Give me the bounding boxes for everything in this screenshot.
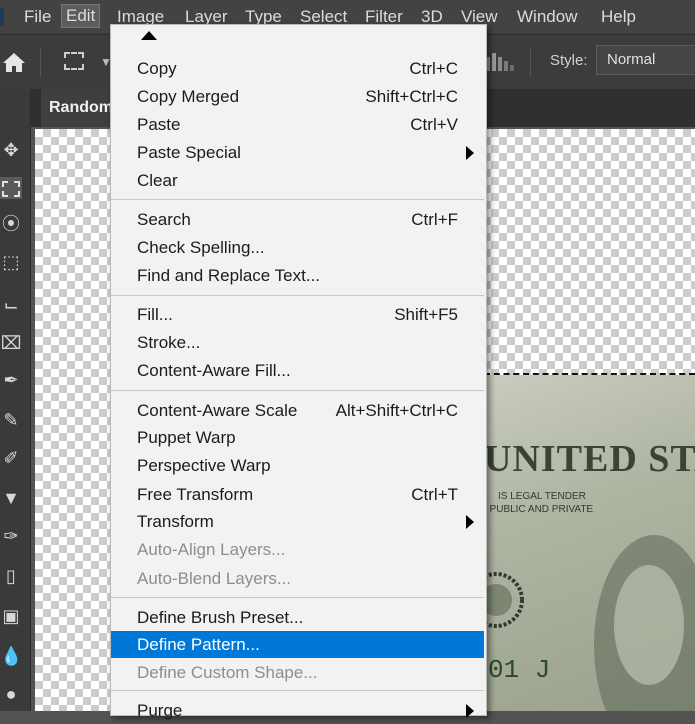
menu-item-label: Paste Special: [137, 143, 241, 162]
menu-item-perspective-warp[interactable]: Perspective Warp: [111, 452, 484, 479]
menu-item-label: Stroke...: [137, 333, 201, 352]
crop-icon[interactable]: ⌙: [0, 294, 22, 316]
menu-item-check-spelling[interactable]: Check Spelling...: [111, 234, 484, 261]
scroll-up-arrow-icon[interactable]: [141, 31, 157, 40]
menu-item-label: Copy Merged: [137, 87, 240, 106]
menu-item-shortcut: Alt+Shift+Ctrl+C: [335, 401, 458, 420]
move-icon[interactable]: ✥: [0, 139, 22, 161]
menu-item-label: Transform: [137, 512, 214, 531]
marquee-icon[interactable]: [0, 177, 22, 199]
home-icon[interactable]: [2, 51, 26, 73]
menu-item-shortcut: Ctrl+T: [411, 485, 458, 504]
menu-item-label: Content-Aware Scale: [137, 401, 298, 420]
menu-item-label: Content-Aware Fill...: [137, 361, 291, 380]
blur-icon[interactable]: 💧: [0, 645, 22, 667]
history-brush-icon[interactable]: ✑: [0, 525, 22, 547]
menu-item-label: Search: [137, 210, 191, 229]
lasso-icon[interactable]: ⦿: [0, 213, 22, 235]
menu-item-shortcut: Shift+Ctrl+C: [365, 87, 458, 106]
menu-item-fill[interactable]: Fill... Shift+F5: [111, 301, 484, 328]
edit-menu-dropdown: Copy Ctrl+C Copy Merged Shift+Ctrl+C Pas…: [110, 24, 487, 720]
toolbar-divider: [530, 47, 531, 77]
bill-engraving-art: [484, 535, 695, 711]
menu-item-stroke[interactable]: Stroke...: [111, 329, 484, 356]
menu-item-clear[interactable]: Clear: [111, 167, 484, 194]
style-label: Style:: [550, 52, 588, 69]
menu-item-puppet-warp[interactable]: Puppet Warp: [111, 424, 484, 451]
menu-item-content-aware-fill[interactable]: Content-Aware Fill...: [111, 357, 484, 384]
submenu-arrow-icon: [466, 515, 474, 529]
menu-help[interactable]: Help: [597, 6, 640, 28]
menu-item-label: Clear: [137, 171, 178, 190]
menu-item-label: Copy: [137, 59, 177, 78]
menu-divider: [111, 295, 484, 296]
eyedropper-icon[interactable]: ✒: [0, 369, 22, 391]
menu-item-label: Define Custom Shape...: [137, 663, 318, 682]
menu-item-label: Paste: [137, 115, 181, 134]
menu-item-search[interactable]: Search Ctrl+F: [111, 206, 484, 233]
frame-icon[interactable]: ⌧: [0, 332, 22, 354]
dollar-bill-image: UNITED STA IS LEGAL TENDER , PUBLIC AND …: [484, 375, 695, 711]
anti-alias-icon: [486, 53, 514, 71]
menu-item-shortcut: Ctrl+V: [410, 115, 458, 134]
menu-divider: [111, 690, 484, 691]
menu-item-auto-blend-layers: Auto-Blend Layers...: [111, 565, 484, 592]
menu-item-shortcut: Ctrl+F: [411, 210, 458, 229]
menu-item-define-custom-shape: Define Custom Shape...: [111, 659, 484, 686]
dodge-icon[interactable]: ●: [0, 683, 22, 705]
menu-window[interactable]: Window: [513, 6, 581, 28]
eraser-icon[interactable]: ▯: [0, 565, 22, 587]
tools-panel: ✥ ⦿ ⬚ ⌙ ⌧ ✒ ✎ ✐ ▼ ✑ ▯ ▣ 💧 ●: [0, 89, 31, 711]
menu-divider: [111, 597, 484, 598]
menu-item-label: Fill...: [137, 305, 173, 324]
menu-item-content-aware-scale[interactable]: Content-Aware Scale Alt+Shift+Ctrl+C: [111, 397, 484, 424]
menu-item-label: Define Brush Preset...: [137, 608, 304, 627]
menu-divider: [111, 390, 484, 391]
rectangular-marquee-icon[interactable]: [64, 52, 84, 70]
menu-item-transform[interactable]: Transform: [111, 508, 484, 535]
menu-item-label: Find and Replace Text...: [137, 266, 321, 285]
menu-file[interactable]: File: [20, 6, 55, 28]
submenu-arrow-icon: [466, 146, 474, 160]
submenu-arrow-icon: [466, 704, 474, 718]
menu-item-label: Puppet Warp: [137, 428, 236, 447]
menu-divider: [111, 199, 484, 200]
menu-item-define-pattern[interactable]: Define Pattern...: [111, 631, 484, 658]
clone-stamp-icon[interactable]: ▼: [0, 487, 22, 509]
menu-item-free-transform[interactable]: Free Transform Ctrl+T: [111, 481, 484, 508]
menu-item-label: Perspective Warp: [137, 456, 271, 475]
menu-item-paste-special[interactable]: Paste Special: [111, 139, 484, 166]
gradient-icon[interactable]: ▣: [0, 605, 22, 627]
menu-item-label: Auto-Align Layers...: [137, 540, 286, 559]
menu-item-copy[interactable]: Copy Ctrl+C: [111, 55, 484, 82]
brush-icon[interactable]: ✐: [0, 447, 22, 469]
menu-item-paste[interactable]: Paste Ctrl+V: [111, 111, 484, 138]
object-select-icon[interactable]: ⬚: [0, 251, 22, 273]
menu-edit[interactable]: Edit: [61, 4, 101, 28]
toolbar-divider: [40, 47, 41, 77]
style-select[interactable]: Normal: [596, 45, 695, 75]
app-logo-icon: [0, 8, 4, 26]
healing-brush-icon[interactable]: ✎: [0, 409, 22, 431]
menu-item-shortcut: Ctrl+C: [409, 59, 458, 78]
menu-item-shortcut: Shift+F5: [394, 305, 458, 324]
menu-item-find-replace[interactable]: Find and Replace Text...: [111, 262, 484, 289]
menu-item-label: Check Spelling...: [137, 238, 265, 257]
menu-item-label: Define Pattern...: [137, 635, 260, 654]
menu-item-label: Free Transform: [137, 485, 254, 504]
menu-item-auto-align-layers: Auto-Align Layers...: [111, 536, 484, 563]
menu-item-label: Auto-Blend Layers...: [137, 569, 292, 588]
menu-item-define-brush-preset[interactable]: Define Brush Preset...: [111, 604, 484, 631]
menu-item-copy-merged[interactable]: Copy Merged Shift+Ctrl+C: [111, 83, 484, 110]
